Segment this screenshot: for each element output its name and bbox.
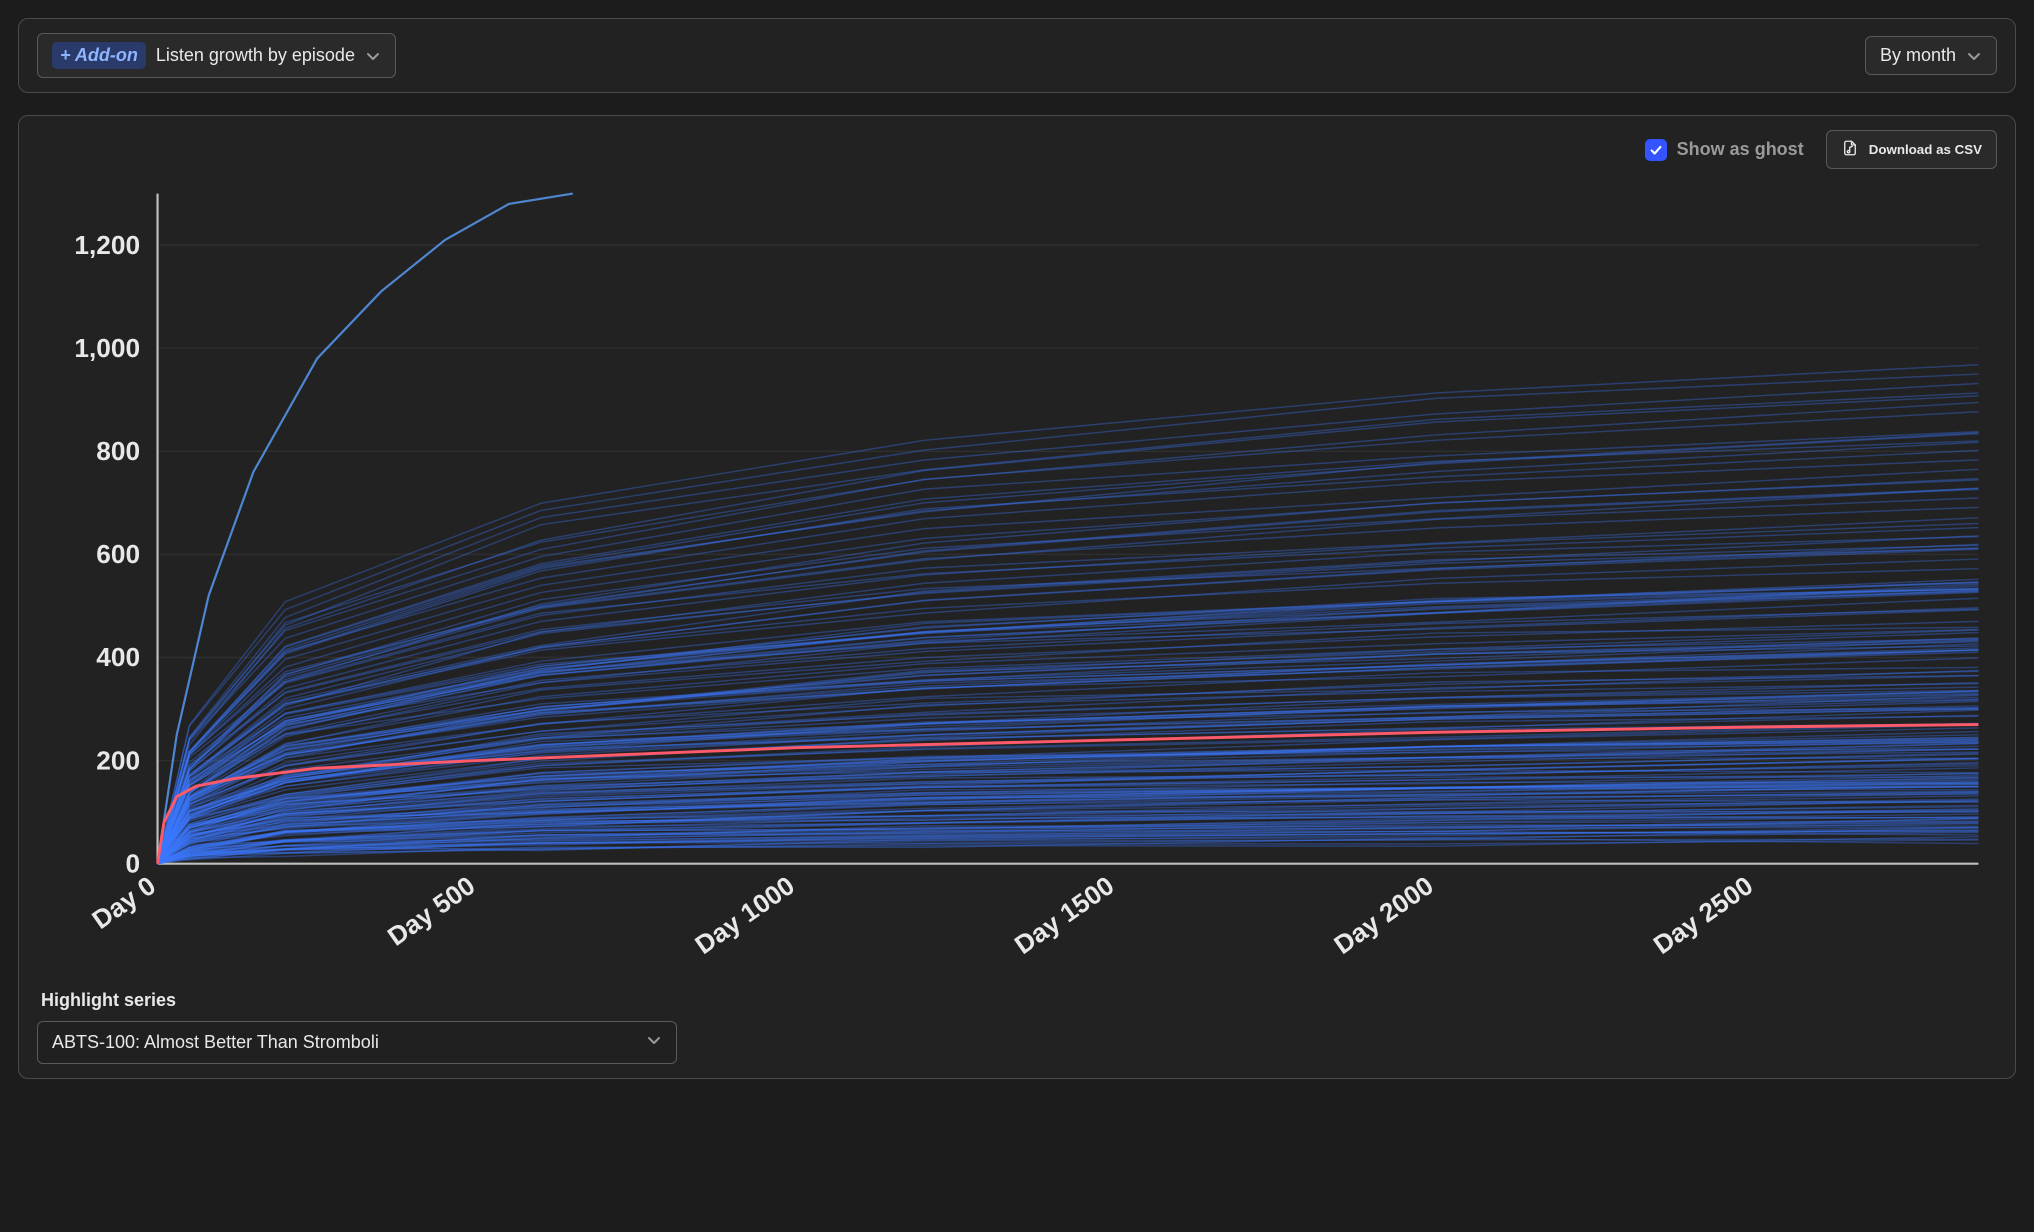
- show-as-ghost-label: Show as ghost: [1677, 139, 1804, 160]
- addon-badge: + Add-on: [52, 42, 146, 69]
- download-csv-button[interactable]: Download as CSV: [1826, 130, 1997, 169]
- chevron-down-icon: [365, 48, 381, 64]
- svg-text:800: 800: [96, 436, 140, 466]
- report-dropdown[interactable]: + Add-on Listen growth by episode: [37, 33, 396, 78]
- controls-panel: + Add-on Listen growth by episode By mon…: [18, 18, 2016, 93]
- show-as-ghost-checkbox[interactable]: Show as ghost: [1645, 139, 1804, 161]
- chart-area: 02004006008001,0001,200Day 0Day 500Day 1…: [41, 179, 1993, 966]
- svg-text:Day 2000: Day 2000: [1328, 870, 1438, 960]
- chevron-down-icon: [1966, 48, 1982, 64]
- svg-text:Day 1500: Day 1500: [1009, 870, 1119, 960]
- highlight-series-selected: ABTS-100: Almost Better Than Stromboli: [52, 1032, 379, 1053]
- svg-text:1,200: 1,200: [74, 230, 140, 260]
- highlight-series-label: Highlight series: [41, 990, 1993, 1011]
- svg-text:Day 0: Day 0: [86, 870, 161, 935]
- chart-header: Show as ghost Download as CSV: [37, 130, 1997, 169]
- svg-text:400: 400: [96, 642, 140, 672]
- chevron-down-icon: [646, 1032, 662, 1053]
- svg-text:Day 500: Day 500: [382, 870, 480, 951]
- highlight-series-select[interactable]: ABTS-100: Almost Better Than Stromboli: [37, 1021, 677, 1064]
- checkbox-checked-icon: [1645, 139, 1667, 161]
- svg-text:200: 200: [96, 745, 140, 775]
- svg-text:Day 2500: Day 2500: [1648, 870, 1758, 960]
- file-music-icon: [1841, 139, 1859, 160]
- svg-text:Day 1000: Day 1000: [690, 870, 800, 960]
- svg-text:1,000: 1,000: [74, 333, 140, 363]
- chart-panel: Show as ghost Download as CSV 0200400600…: [18, 115, 2016, 1079]
- controls-row: + Add-on Listen growth by episode By mon…: [37, 33, 1997, 78]
- svg-text:600: 600: [96, 539, 140, 569]
- report-dropdown-label: Listen growth by episode: [156, 45, 355, 66]
- granularity-dropdown[interactable]: By month: [1865, 36, 1997, 75]
- listen-growth-chart[interactable]: 02004006008001,0001,200Day 0Day 500Day 1…: [41, 179, 1993, 966]
- granularity-dropdown-label: By month: [1880, 45, 1956, 66]
- download-csv-label: Download as CSV: [1869, 142, 1982, 157]
